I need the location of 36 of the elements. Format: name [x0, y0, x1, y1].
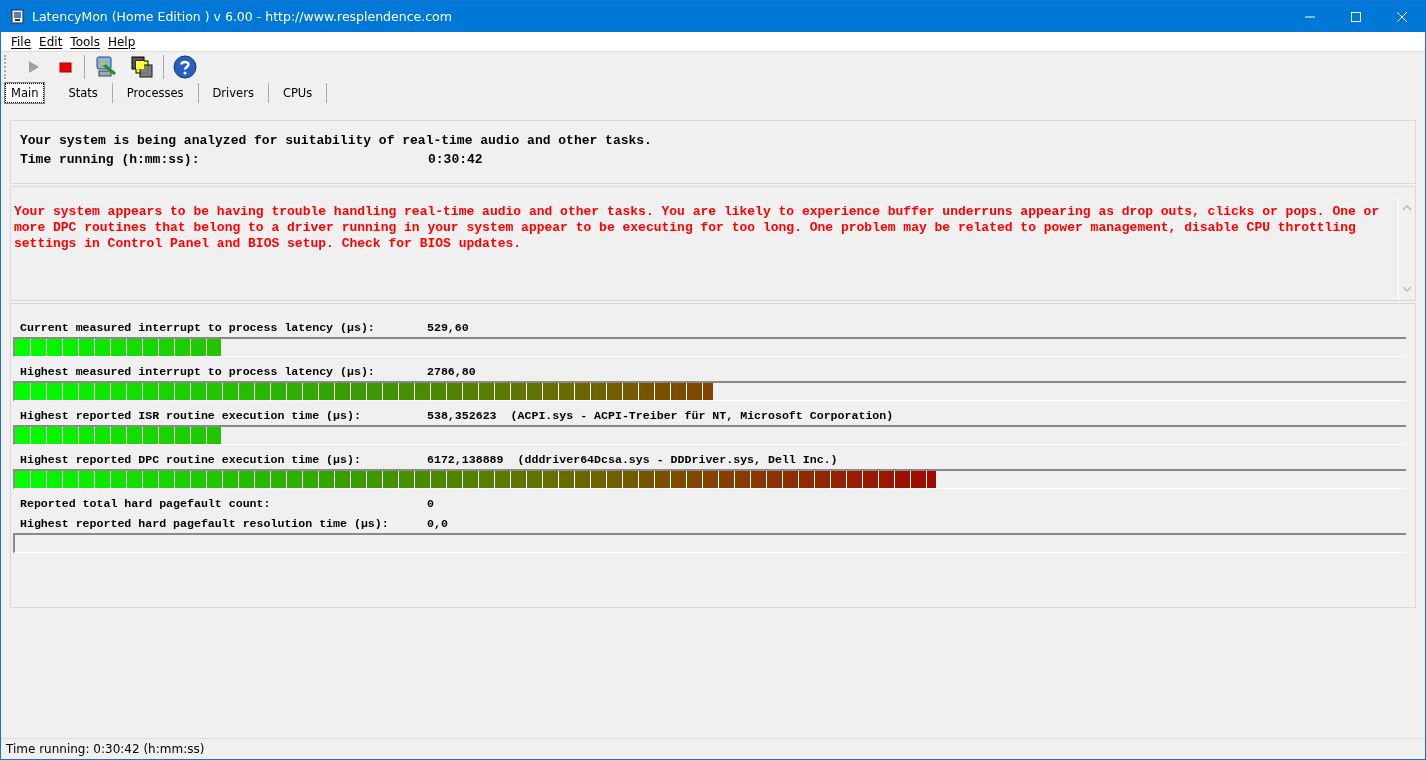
- status-text: Time running: 0:30:42 (h:mm:ss): [1, 738, 1425, 759]
- menu-item[interactable]: Help: [103, 34, 140, 49]
- metric-label: Highest reported ISR routine execution time (µs):: [20, 408, 362, 422]
- menu-item[interactable]: Edit: [35, 34, 67, 49]
- windows-icon[interactable]: [130, 55, 154, 79]
- time-value: 0:30:42: [428, 152, 483, 167]
- metric-detail: (dddriver64Dcsa.sys - DDDriver.sys, Dell Inc.): [517, 452, 838, 466]
- metric-detail: (ACPI.sys - ACPI-Treiber für NT, Microsoft Corporation): [510, 408, 894, 422]
- metric-value: 538,352623: [427, 408, 497, 422]
- app-icon: [10, 8, 26, 25]
- metric-value: 0,0: [427, 516, 448, 530]
- metric-label: Reported total hard pagefault count:: [20, 496, 272, 510]
- metric-label: Highest measured interrupt to process latency (µs):: [20, 364, 376, 378]
- monitor-pen-icon[interactable]: [94, 55, 118, 79]
- stop-icon[interactable]: [57, 59, 73, 75]
- close-icon[interactable]: [1397, 11, 1407, 22]
- metric-label: Highest reported hard pagefault resolution time (µs):: [20, 516, 390, 530]
- maximize-icon[interactable]: [1351, 11, 1361, 22]
- analysis-message: Your system is being analyzed for suitability of real-time audio and other tasks.: [20, 133, 653, 148]
- help-icon[interactable]: [173, 55, 197, 79]
- time-label: Time running (h:mm:ss):: [20, 152, 201, 167]
- metric-value: 0: [427, 496, 434, 510]
- tab[interactable]: Main: [5, 83, 45, 103]
- tab[interactable]: Drivers: [198, 83, 269, 103]
- tab[interactable]: Stats: [54, 83, 113, 103]
- window-title: LatencyMon (Home Edition ) v 6.00 - http://www.resplendence.com: [32, 9, 452, 24]
- menu-item[interactable]: Tools: [66, 34, 104, 49]
- metric-value: 529,60: [427, 320, 469, 334]
- verdict-message: Your system appears to be having trouble handling real-time audio and other tasks. You are likely to experience buffer underruns appearing as drop outs, clicks or pops. One or more DPC routines that belong to a driver running in your system appear to be executing for too long. One problem may be related to power management, disable CPU throttling settings in Control Panel and BIOS setup. Check for BIOS updates.: [14, 204, 1381, 253]
- metric-label: Highest reported DPC routine execution time (µs):: [20, 452, 362, 466]
- menu-item[interactable]: File: [7, 34, 36, 49]
- tab[interactable]: CPUs: [268, 83, 328, 103]
- metric-value: 6172,138889: [427, 452, 504, 466]
- tab[interactable]: Processes: [112, 83, 199, 103]
- metric-value: 2786,80: [427, 364, 476, 378]
- metric-label: Current measured interrupt to process latency (µs):: [20, 320, 376, 334]
